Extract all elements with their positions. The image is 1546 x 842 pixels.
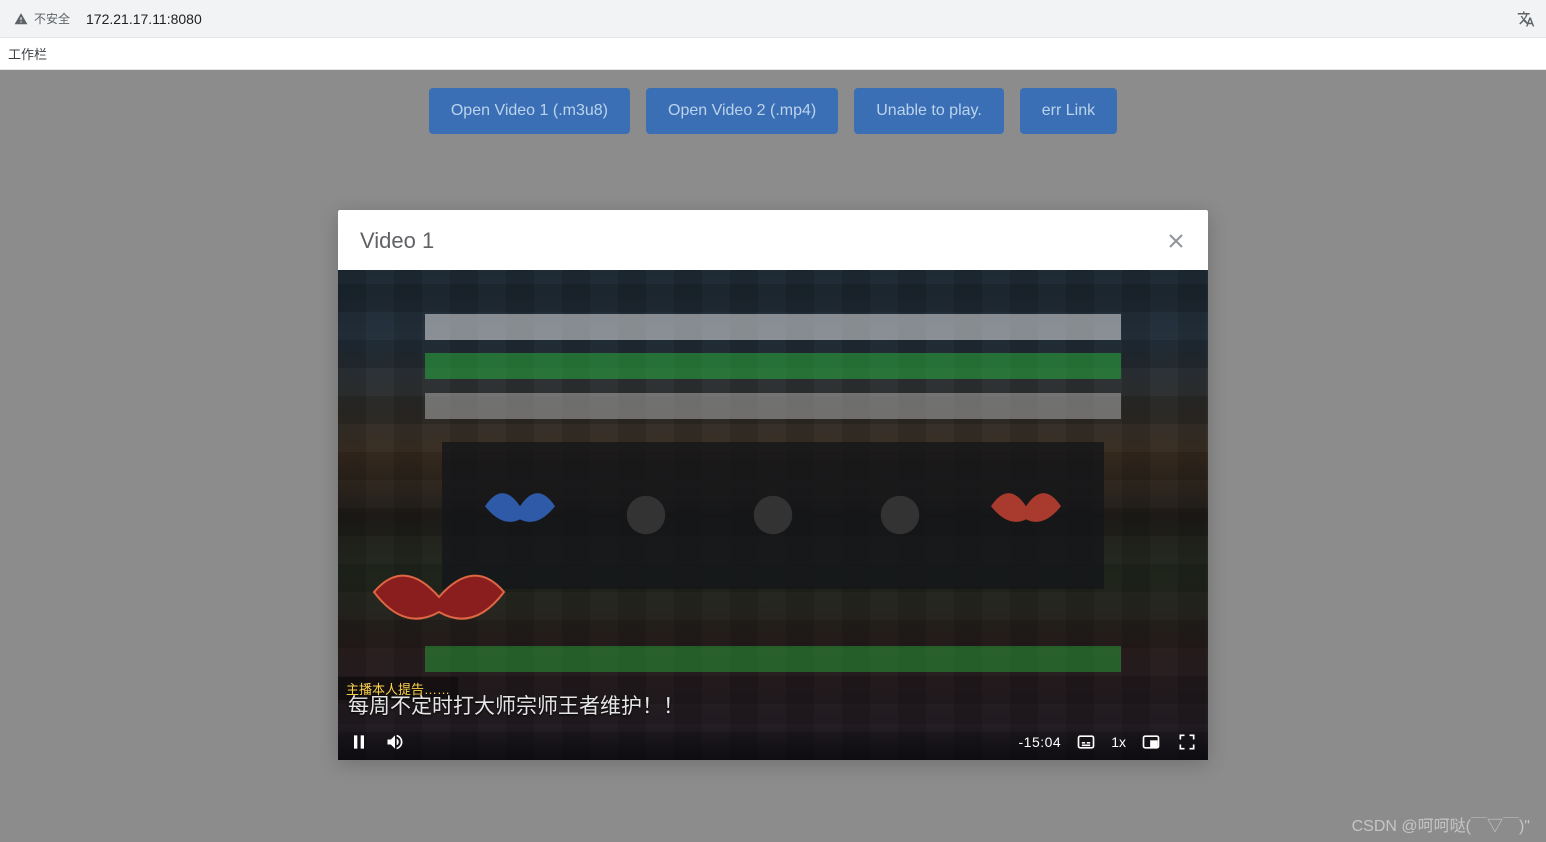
fullscreen-button[interactable]: [1176, 731, 1198, 753]
video-overlay-band: [425, 393, 1121, 419]
rank-wing-icon: [601, 480, 691, 550]
playback-rate-button[interactable]: 1x: [1111, 734, 1126, 750]
volume-icon: [385, 732, 405, 752]
security-label: 不安全: [34, 10, 70, 27]
bookmarks-bar: 工作栏: [0, 38, 1546, 70]
modal-title: Video 1: [360, 228, 434, 254]
pip-icon: [1141, 732, 1161, 752]
video-player[interactable]: 主播本人提告…… 每周不定时打大师宗师王者维护！！ -15:04 1x: [338, 270, 1208, 760]
err-link-button[interactable]: err Link: [1020, 88, 1117, 134]
video-modal: Video 1: [338, 210, 1208, 760]
rank-wing-icon: [981, 480, 1071, 550]
translate-icon[interactable]: [1516, 9, 1536, 29]
rank-wing-icon: [855, 480, 945, 550]
bookmarks-label[interactable]: 工作栏: [8, 44, 47, 63]
rank-emblem-icon: [364, 552, 514, 652]
browser-address-bar: 不安全 172.21.17.11:8080: [0, 0, 1546, 38]
security-indicator[interactable]: 不安全: [8, 10, 76, 27]
video-controls: -15:04 1x: [338, 724, 1208, 760]
modal-header: Video 1: [338, 210, 1208, 270]
video-rank-strip: [442, 442, 1103, 589]
video-overlay-band: [425, 646, 1121, 672]
fullscreen-icon: [1177, 732, 1197, 752]
unable-to-play-button[interactable]: Unable to play.: [854, 88, 1004, 134]
video-overlay-band: [425, 353, 1121, 379]
time-remaining: -15:04: [1019, 734, 1062, 750]
caption-text: 每周不定时打大师宗师王者维护！！: [348, 690, 684, 720]
not-secure-icon: [14, 12, 28, 26]
url-text[interactable]: 172.21.17.11:8080: [86, 11, 202, 27]
picture-in-picture-button[interactable]: [1140, 731, 1162, 753]
pause-icon: [349, 732, 369, 752]
modal-close-button[interactable]: [1166, 231, 1186, 251]
video-caption: 每周不定时打大师宗师王者维护！！: [338, 686, 1208, 724]
open-video-1-button[interactable]: Open Video 1 (.m3u8): [429, 88, 630, 134]
video-overlay-band: [425, 314, 1121, 340]
rank-wing-icon: [728, 480, 818, 550]
watermark: CSDN @呵呵哒(￣▽￣)": [1352, 812, 1530, 836]
subtitles-icon: [1076, 732, 1096, 752]
close-icon: [1168, 233, 1184, 249]
button-row: Open Video 1 (.m3u8) Open Video 2 (.mp4)…: [0, 70, 1546, 134]
volume-button[interactable]: [384, 731, 406, 753]
page-content: Open Video 1 (.m3u8) Open Video 2 (.mp4)…: [0, 70, 1546, 842]
subtitles-button[interactable]: [1075, 731, 1097, 753]
open-video-2-button[interactable]: Open Video 2 (.mp4): [646, 88, 838, 134]
rank-wing-icon: [475, 480, 565, 550]
pause-button[interactable]: [348, 731, 370, 753]
